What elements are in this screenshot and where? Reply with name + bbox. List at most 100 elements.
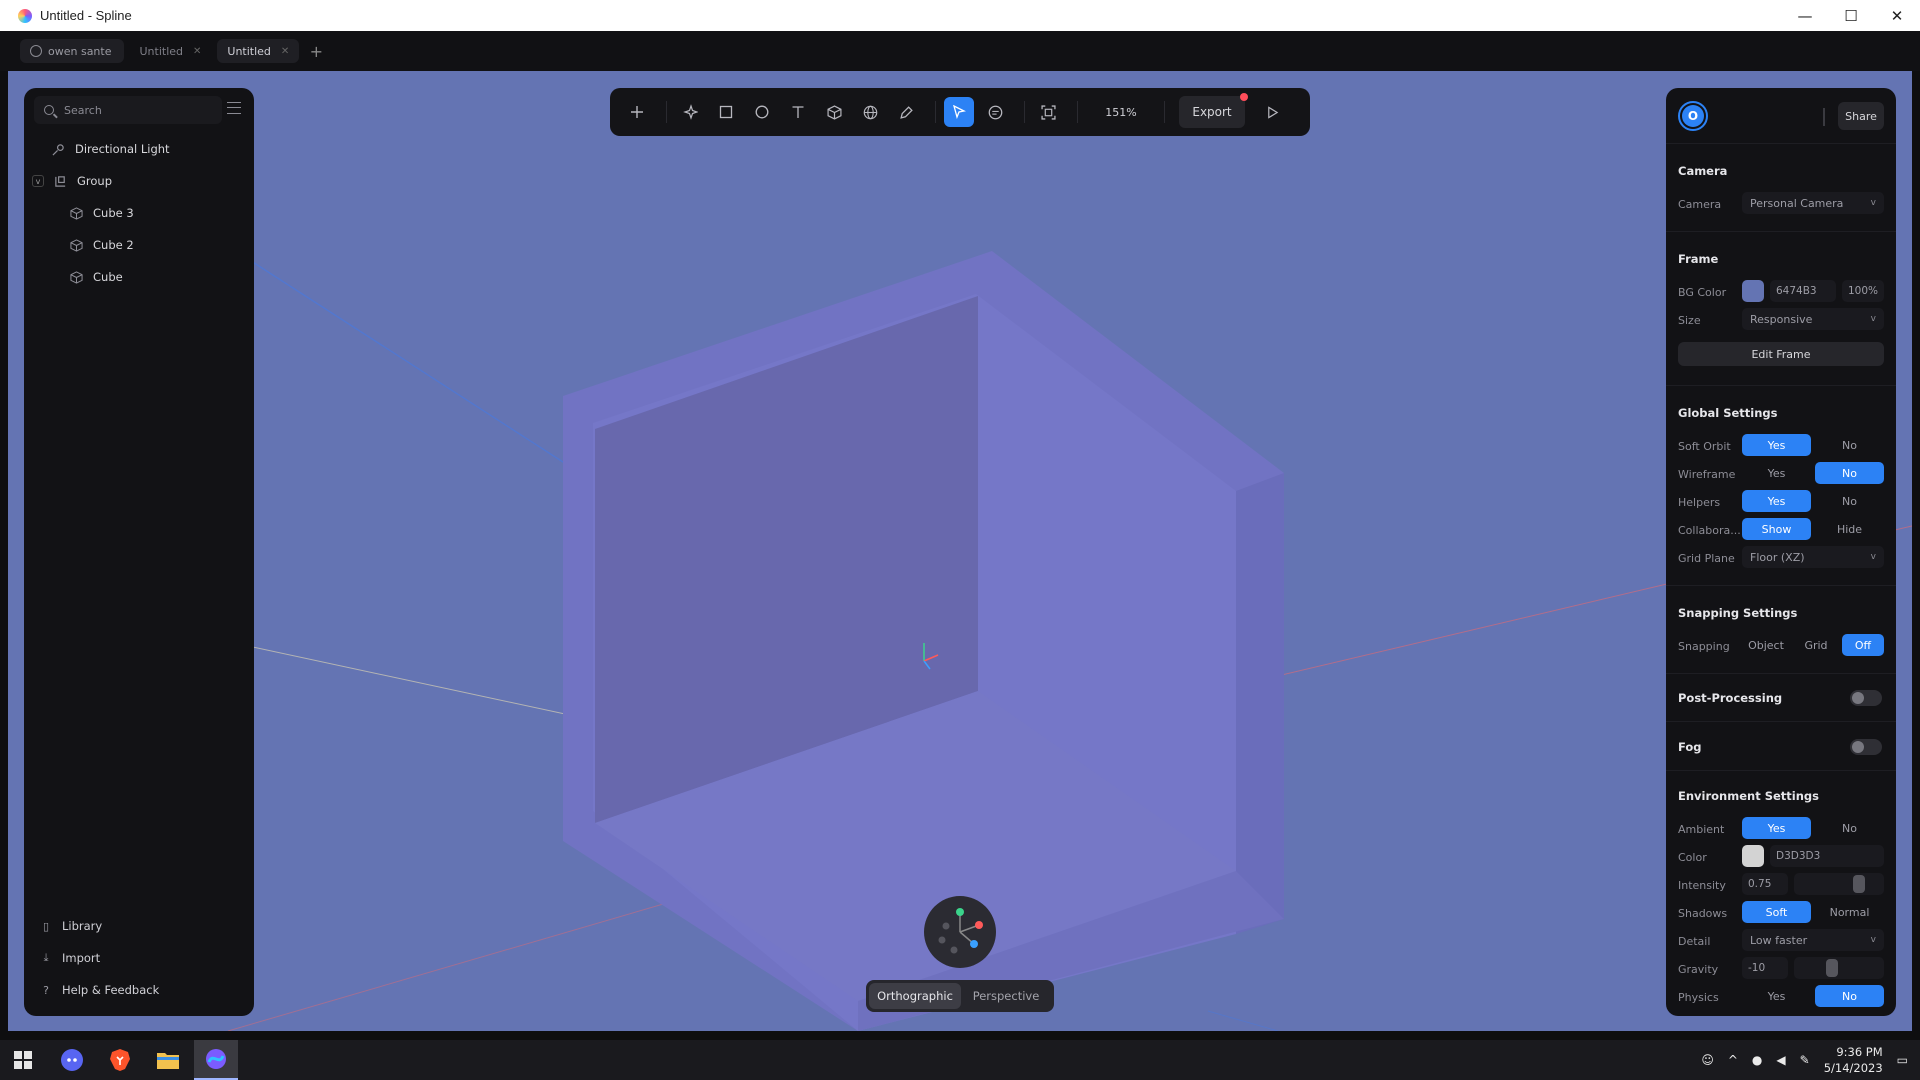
projection-toggle: Orthographic Perspective <box>866 980 1054 1012</box>
comment-icon <box>988 105 1002 119</box>
bg-opacity[interactable]: 100% <box>1842 280 1884 302</box>
wireframe-no[interactable]: No <box>1815 462 1884 484</box>
pen-tool-button[interactable] <box>891 97 921 127</box>
orientation-gizmo[interactable] <box>924 896 996 968</box>
hamburger-menu-icon[interactable] <box>227 102 241 114</box>
text-tool-button[interactable] <box>783 97 813 127</box>
pen-icon[interactable]: ✎ <box>1800 1053 1810 1067</box>
zoom-level[interactable]: 151% <box>1086 106 1156 119</box>
soft-orbit-yes[interactable]: Yes <box>1742 434 1811 456</box>
detail-select[interactable]: Low faster v <box>1742 929 1884 951</box>
shadows-normal[interactable]: Normal <box>1815 901 1884 923</box>
gravity-value[interactable]: -10 <box>1742 957 1788 979</box>
rectangle-tool-button[interactable] <box>711 97 741 127</box>
snapping-settings-title: Snapping Settings <box>1678 606 1798 620</box>
tab-close-icon[interactable]: ✕ <box>193 46 201 57</box>
perspective-button[interactable]: Perspective <box>961 983 1051 1009</box>
new-tab-button[interactable]: + <box>305 40 327 62</box>
taskbar-file-explorer[interactable] <box>146 1040 190 1080</box>
cube-tool-button[interactable] <box>819 97 849 127</box>
speaker-icon[interactable]: ◀ <box>1776 1053 1785 1067</box>
slider-knob[interactable] <box>1853 875 1865 893</box>
plus-icon <box>631 106 643 118</box>
collaboration-hide[interactable]: Hide <box>1815 518 1884 540</box>
helpers-yes[interactable]: Yes <box>1742 490 1811 512</box>
minimize-button[interactable]: — <box>1782 0 1828 31</box>
windows-taskbar: ☺ ^ ● ◀ ✎ 9:36 PM 5/14/2023 ▭ <box>0 1040 1920 1080</box>
chevron-up-icon[interactable]: ^ <box>1728 1053 1738 1067</box>
help-feedback-link[interactable]: ? Help & Feedback <box>24 974 254 1006</box>
frame-tool-button[interactable] <box>1033 97 1063 127</box>
ambient-label: Ambient <box>1678 823 1725 836</box>
collaboration-show[interactable]: Show <box>1742 518 1811 540</box>
clock[interactable]: 9:36 PM 5/14/2023 <box>1824 1044 1883 1076</box>
library-link[interactable]: ▯ Library <box>24 910 254 942</box>
fog-switch[interactable] <box>1850 739 1882 755</box>
chevron-down-icon: v <box>1870 935 1876 945</box>
tree-item-cube-3[interactable]: Cube 3 <box>70 202 134 224</box>
ambient-color-swatch[interactable] <box>1742 845 1764 867</box>
grid-plane-select[interactable]: Floor (XZ) v <box>1742 546 1884 568</box>
notifications-icon[interactable]: ▭ <box>1897 1053 1908 1067</box>
add-object-button[interactable] <box>622 97 652 127</box>
library-icon: ▯ <box>42 919 50 933</box>
ambient-color-hex[interactable]: D3D3D3 <box>1770 845 1884 867</box>
share-button[interactable]: Share <box>1838 102 1884 130</box>
taskbar-brave[interactable] <box>98 1040 142 1080</box>
tree-item-directional-light[interactable]: Directional Light <box>52 138 170 160</box>
ambient-no[interactable]: No <box>1815 817 1884 839</box>
snapping-object[interactable]: Object <box>1742 634 1790 656</box>
size-select[interactable]: Responsive v <box>1742 308 1884 330</box>
export-button[interactable]: Export <box>1179 93 1248 128</box>
tab-untitled-1[interactable]: Untitled ✕ <box>130 39 212 63</box>
physics-no[interactable]: No <box>1815 985 1884 1007</box>
snapping-off[interactable]: Off <box>1842 634 1884 656</box>
soft-orbit-no[interactable]: No <box>1815 434 1884 456</box>
microphone-icon[interactable]: ● <box>1752 1053 1762 1067</box>
edit-frame-button[interactable]: Edit Frame <box>1678 342 1884 366</box>
tree-item-group[interactable]: v Group <box>32 170 112 192</box>
user-chip[interactable]: owen sante <box>20 39 124 63</box>
ai-tool-button[interactable] <box>675 97 705 127</box>
frame-icon <box>1040 104 1056 120</box>
rectangle-icon <box>719 105 733 119</box>
tab-close-icon[interactable]: ✕ <box>281 46 289 57</box>
sphere-tool-button[interactable] <box>855 97 885 127</box>
helpers-no[interactable]: No <box>1815 490 1884 512</box>
ellipse-tool-button[interactable] <box>747 97 777 127</box>
ambient-yes[interactable]: Yes <box>1742 817 1811 839</box>
start-button[interactable] <box>0 1040 46 1080</box>
taskbar-spline[interactable] <box>194 1040 238 1080</box>
wireframe-yes[interactable]: Yes <box>1742 462 1811 484</box>
gravity-slider[interactable] <box>1794 957 1884 979</box>
toolbar-separator <box>1024 101 1025 123</box>
taskbar-discord[interactable] <box>50 1040 94 1080</box>
tree-item-cube-2[interactable]: Cube 2 <box>70 234 134 256</box>
import-link[interactable]: ⤓ Import <box>24 942 254 974</box>
people-icon[interactable]: ☺ <box>1701 1053 1714 1067</box>
intensity-slider[interactable] <box>1794 873 1884 895</box>
viewport-canvas[interactable] <box>8 71 1912 1031</box>
intensity-value[interactable]: 0.75 <box>1742 873 1788 895</box>
slider-knob[interactable] <box>1826 959 1839 977</box>
chevron-down-icon[interactable]: v <box>32 175 44 187</box>
camera-select[interactable]: Personal Camera v <box>1742 192 1884 214</box>
select-tool-button[interactable] <box>944 97 974 127</box>
play-button[interactable] <box>1257 97 1287 127</box>
maximize-button[interactable]: ☐ <box>1828 0 1874 31</box>
tree-item-cube[interactable]: Cube <box>70 266 123 288</box>
tab-untitled-2[interactable]: Untitled ✕ <box>217 39 300 63</box>
help-label: Help & Feedback <box>62 983 160 997</box>
comment-tool-button[interactable] <box>980 97 1010 127</box>
ambient-toggle: Yes No <box>1742 817 1884 839</box>
close-button[interactable]: ✕ <box>1874 0 1920 31</box>
bg-color-hex[interactable]: 6474B3 <box>1770 280 1836 302</box>
search-input[interactable]: Search <box>34 96 222 124</box>
shadows-soft[interactable]: Soft <box>1742 901 1811 923</box>
bg-color-swatch[interactable] <box>1742 280 1764 302</box>
snapping-grid[interactable]: Grid <box>1794 634 1838 656</box>
avatar[interactable]: O <box>1678 101 1708 131</box>
physics-yes[interactable]: Yes <box>1742 985 1811 1007</box>
post-processing-switch[interactable] <box>1850 690 1882 706</box>
orthographic-button[interactable]: Orthographic <box>869 983 961 1009</box>
